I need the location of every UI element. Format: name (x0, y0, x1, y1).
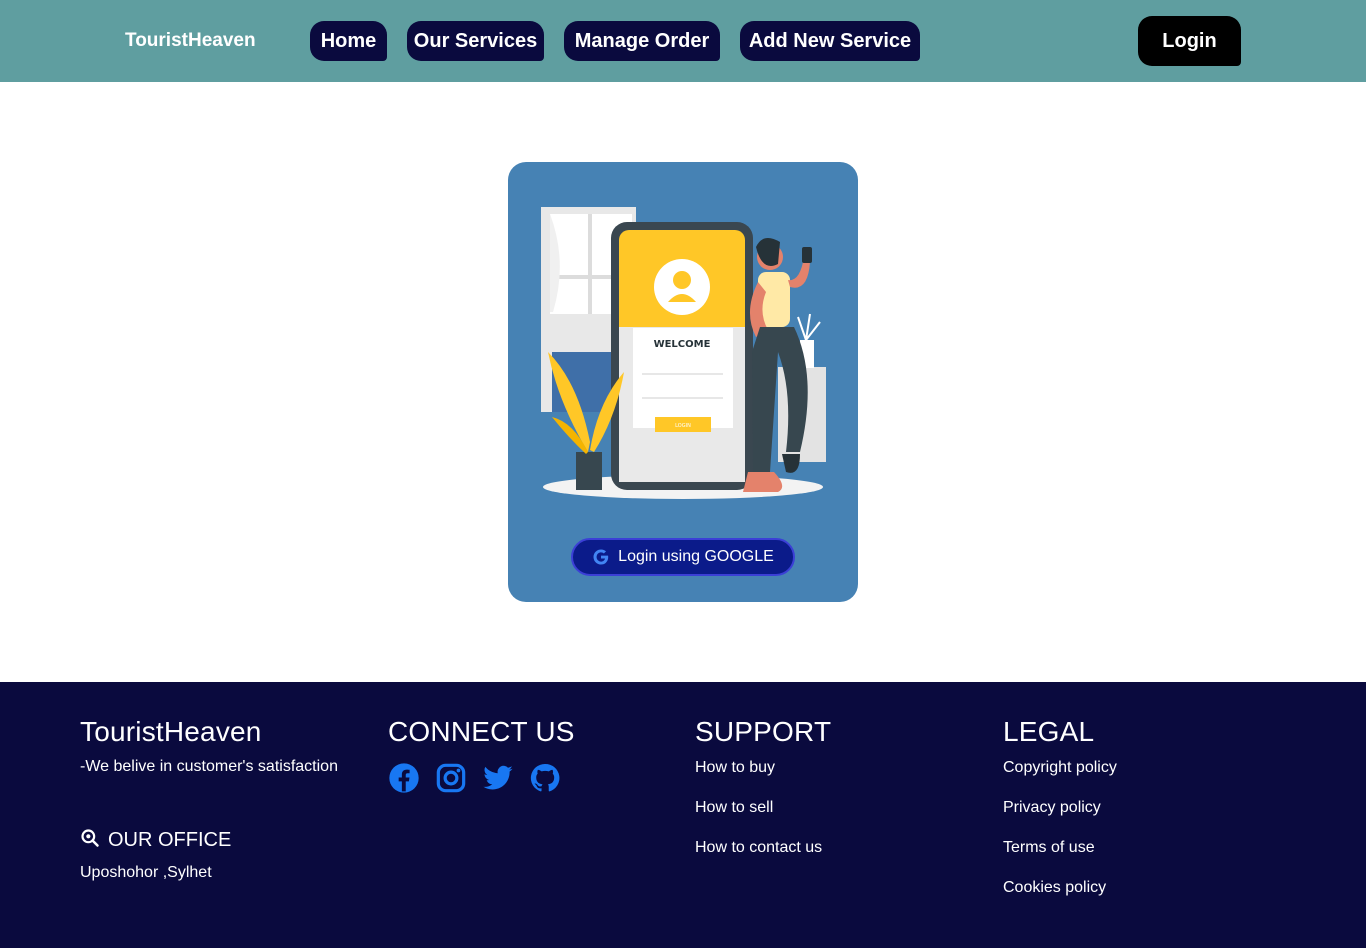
legal-link-terms[interactable]: Terms of use (1003, 838, 1117, 878)
google-login-button[interactable]: Login using GOOGLE (571, 538, 795, 576)
support-link-how-to-buy[interactable]: How to buy (695, 758, 831, 798)
support-link-how-to-sell[interactable]: How to sell (695, 798, 831, 838)
twitter-icon[interactable] (482, 762, 514, 794)
nav-manage-order-button[interactable]: Manage Order (564, 21, 720, 61)
support-links: How to buy How to sell How to contact us (695, 758, 831, 878)
footer-tagline: -We belive in customer's satisfaction (80, 758, 338, 775)
facebook-icon[interactable] (388, 762, 420, 794)
legal-links: Copyright policy Privacy policy Terms of… (1003, 758, 1117, 918)
footer-legal-column: LEGAL Copyright policy Privacy policy Te… (1003, 716, 1117, 918)
login-card: WELCOME LOGIN Login using GOOGLE (508, 162, 858, 602)
legal-link-cookies[interactable]: Cookies policy (1003, 878, 1117, 918)
nav-add-new-service-button[interactable]: Add New Service (740, 21, 920, 61)
location-search-icon (80, 828, 100, 853)
connect-title: CONNECT US (388, 716, 575, 747)
legal-link-copyright[interactable]: Copyright policy (1003, 758, 1117, 798)
brand-logo[interactable]: TouristHeaven (125, 30, 256, 52)
illustration-login-text: LOGIN (675, 423, 691, 429)
footer-brand-column: TouristHeaven -We belive in customer's s… (80, 716, 338, 776)
nav-our-services-button[interactable]: Our Services (407, 21, 544, 61)
navbar: TouristHeaven Home Our Services Manage O… (0, 0, 1366, 82)
illustration-welcome-text: WELCOME (654, 339, 711, 350)
login-button[interactable]: Login (1138, 16, 1241, 66)
footer-connect-column: CONNECT US (388, 716, 575, 794)
legal-title: LEGAL (1003, 716, 1095, 747)
footer: TouristHeaven -We belive in customer's s… (0, 682, 1366, 948)
footer-brand: TouristHeaven (80, 716, 262, 747)
google-login-label: Login using GOOGLE (618, 548, 774, 565)
github-icon[interactable] (529, 762, 561, 794)
support-link-how-to-contact[interactable]: How to contact us (695, 838, 831, 878)
office-title: OUR OFFICE (108, 829, 232, 851)
nav-home-button[interactable]: Home (310, 21, 387, 61)
google-icon (592, 548, 610, 566)
support-title: SUPPORT (695, 716, 832, 747)
login-illustration: WELCOME LOGIN (541, 207, 826, 499)
office-address: Uposhohor ,Sylhet (80, 864, 212, 881)
office-heading: OUR OFFICE (80, 828, 231, 853)
social-icons (388, 762, 575, 794)
legal-link-privacy[interactable]: Privacy policy (1003, 798, 1117, 838)
instagram-icon[interactable] (435, 762, 467, 794)
footer-support-column: SUPPORT How to buy How to sell How to co… (695, 716, 831, 878)
